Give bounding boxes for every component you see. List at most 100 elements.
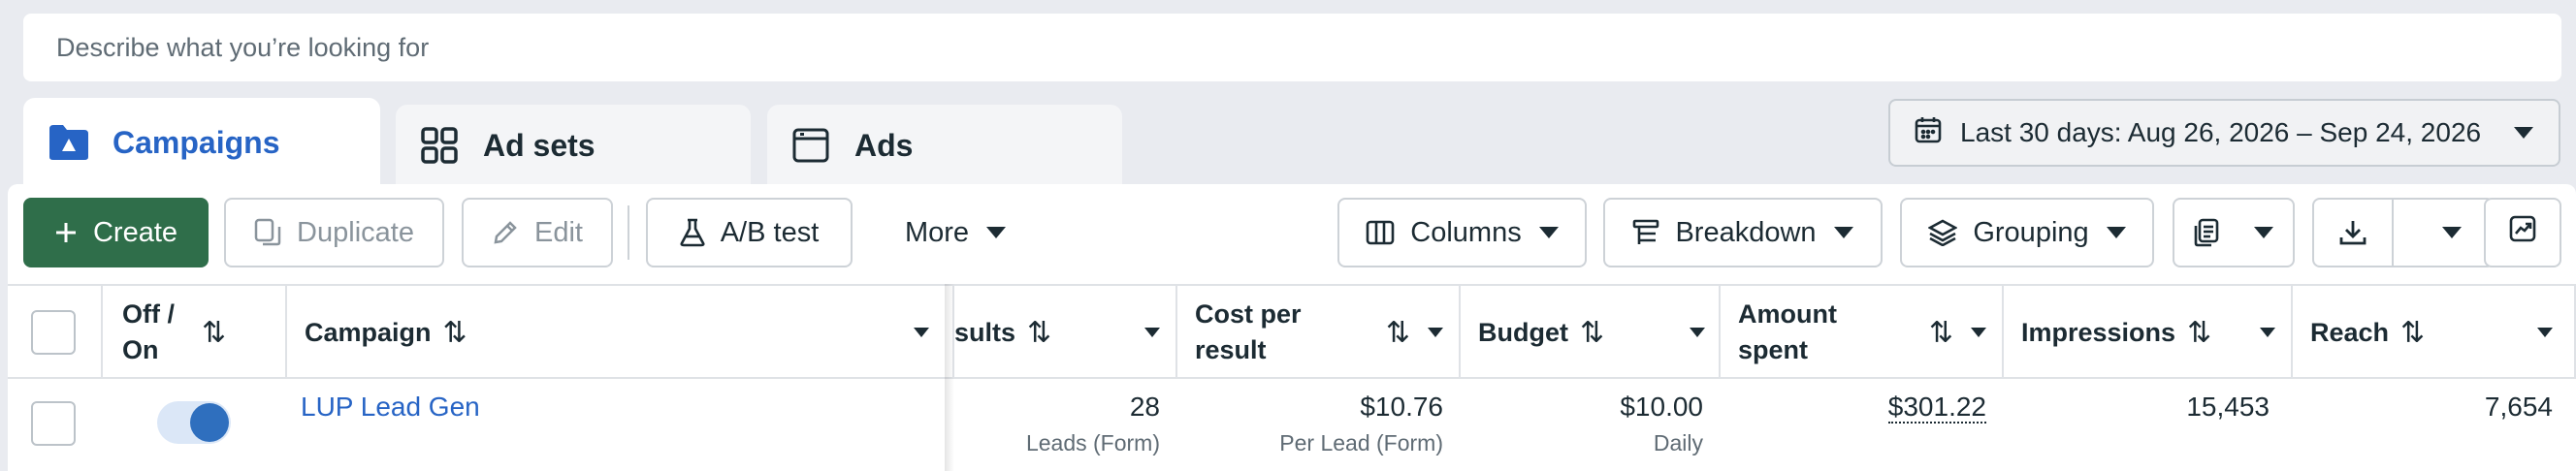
- column-header-campaign[interactable]: Campaign ⇅: [305, 286, 945, 379]
- tab-ad-sets[interactable]: Ad sets: [396, 105, 751, 186]
- ad-icon: [789, 123, 833, 168]
- duplicate-label: Duplicate: [297, 216, 414, 248]
- column-divider: [2002, 286, 2004, 379]
- chevron-down-icon[interactable]: [914, 328, 929, 337]
- results-header-label: sults: [954, 317, 1016, 347]
- column-header-results[interactable]: sults ⇅: [954, 286, 1175, 379]
- column-header-impressions[interactable]: Impressions ⇅: [2021, 286, 2291, 379]
- export-button[interactable]: [2312, 198, 2495, 267]
- tab-ads-label: Ads: [854, 127, 914, 163]
- sort-icon[interactable]: ⇅: [2400, 315, 2425, 351]
- column-divider: [1719, 286, 1721, 379]
- chevron-down-icon: [986, 227, 1007, 238]
- results-value: 28: [1129, 392, 1160, 422]
- column-divider: [1175, 286, 1177, 379]
- date-range-picker[interactable]: Last 30 days: Aug 26, 2026 – Sep 24, 202…: [1888, 99, 2560, 167]
- more-button[interactable]: More: [868, 198, 1043, 267]
- edit-label: Edit: [534, 216, 583, 248]
- sort-icon[interactable]: ⇅: [1027, 315, 1051, 351]
- date-range-label: Last 30 days: Aug 26, 2026 – Sep 24, 202…: [1960, 117, 2482, 147]
- sort-icon[interactable]: ⇅: [1929, 315, 1953, 351]
- create-label: Create: [92, 216, 178, 248]
- chevron-down-icon: [2106, 227, 2126, 238]
- cost-per-result-line-2: result: [1195, 335, 1267, 364]
- grouping-label: Grouping: [1973, 216, 2089, 248]
- amount-spent-value[interactable]: $301.22: [1736, 392, 1986, 424]
- sort-icon[interactable]: ⇅: [1580, 315, 1604, 351]
- chevron-down-icon: [1538, 227, 1559, 238]
- amount-spent-line-2: spent: [1738, 335, 1809, 364]
- chevron-down-icon[interactable]: [1144, 328, 1160, 337]
- reach-value: 7,654: [2484, 392, 2553, 422]
- campaign-toggle[interactable]: [157, 401, 231, 444]
- budget-subtext: Daily: [1653, 430, 1703, 455]
- select-all-checkbox[interactable]: [31, 310, 76, 355]
- campaign-name-link[interactable]: LUP Lead Gen: [301, 392, 480, 423]
- ab-test-label: A/B test: [720, 216, 820, 248]
- budget-value[interactable]: $10.00: [1474, 392, 1703, 423]
- plus-icon: [54, 221, 78, 244]
- cost-per-result-line-1: Cost per: [1195, 299, 1302, 329]
- column-divider: [285, 286, 287, 379]
- columns-button[interactable]: Columns: [1337, 198, 1587, 267]
- cost-per-result-header-label: Cost per result: [1195, 297, 1302, 368]
- grouping-button[interactable]: Grouping: [1900, 198, 2154, 267]
- off-on-header-label: Off / On: [122, 297, 175, 368]
- chevron-down-icon: [2514, 127, 2533, 139]
- columns-icon: [1366, 220, 1395, 245]
- layers-icon: [1928, 219, 1958, 246]
- sort-icon[interactable]: ⇅: [1386, 315, 1410, 351]
- toggle-knob: [190, 403, 229, 442]
- sort-icon[interactable]: ⇅: [2187, 315, 2211, 351]
- amount-spent-text[interactable]: $301.22: [1887, 392, 1986, 424]
- column-divider: [101, 286, 103, 379]
- search-placeholder: Describe what you’re looking for: [56, 32, 430, 62]
- column-header-budget[interactable]: Budget ⇅: [1478, 286, 1721, 379]
- rules-button[interactable]: [2173, 198, 2295, 267]
- columns-label: Columns: [1410, 216, 1522, 248]
- tab-campaigns[interactable]: Campaigns: [23, 98, 380, 187]
- breakdown-label: Breakdown: [1675, 216, 1817, 248]
- chevron-down-icon[interactable]: [1971, 328, 1986, 337]
- campaign-name[interactable]: LUP Lead Gen: [301, 392, 480, 422]
- cost-per-result-value: $10.76: [1360, 392, 1443, 422]
- chevron-down-icon[interactable]: [2537, 328, 2553, 337]
- chevron-down-icon: [2442, 227, 2462, 238]
- results-subtext: Leads (Form): [1025, 430, 1160, 455]
- column-header-amount-spent[interactable]: Amount spent ⇅: [1738, 286, 2002, 379]
- rules-icon: [2194, 218, 2221, 247]
- column-divider: [2291, 286, 2293, 379]
- sort-icon[interactable]: ⇅: [202, 315, 226, 351]
- chevron-down-icon[interactable]: [1690, 328, 1705, 337]
- column-header-reach[interactable]: Reach ⇅: [2310, 286, 2568, 379]
- column-header-off-on[interactable]: Off / On ⇅: [122, 286, 287, 379]
- duplicate-button[interactable]: Duplicate: [224, 198, 444, 267]
- reach-header-label: Reach: [2310, 317, 2390, 347]
- chevron-down-icon: [1833, 227, 1853, 238]
- row-checkbox[interactable]: [31, 401, 76, 446]
- sort-icon[interactable]: ⇅: [443, 315, 467, 351]
- edit-button[interactable]: Edit: [462, 198, 613, 267]
- ab-test-button[interactable]: A/B test: [646, 198, 853, 267]
- download-icon[interactable]: [2314, 200, 2392, 266]
- search-input[interactable]: Describe what you’re looking for: [23, 14, 2561, 81]
- frozen-column-shadow: [945, 284, 954, 471]
- cost-per-result-subtext: Per Lead (Form): [1279, 430, 1443, 455]
- chevron-down-icon[interactable]: [1428, 328, 1443, 337]
- breakdown-button[interactable]: Breakdown: [1603, 198, 1883, 267]
- create-button[interactable]: Create: [23, 198, 209, 267]
- tab-campaigns-label: Campaigns: [113, 124, 280, 160]
- duplicate-icon: [254, 218, 281, 247]
- reports-button[interactable]: [2484, 198, 2561, 267]
- calendar-icon: [1914, 115, 1943, 151]
- tab-ads[interactable]: Ads: [767, 105, 1122, 186]
- export-menu-toggle[interactable]: [2394, 200, 2493, 266]
- chevron-down-icon[interactable]: [2260, 328, 2275, 337]
- campaign-header-label: Campaign: [305, 317, 432, 347]
- table-header: Off / On ⇅ Campaign ⇅ sults ⇅ Cost per r…: [8, 284, 2576, 379]
- flask-icon: [680, 218, 705, 247]
- toolbar-divider: [628, 205, 629, 260]
- chevron-down-icon: [2254, 227, 2273, 238]
- grid-icon: [417, 123, 462, 168]
- column-header-cost-per-result[interactable]: Cost per result ⇅: [1195, 286, 1459, 379]
